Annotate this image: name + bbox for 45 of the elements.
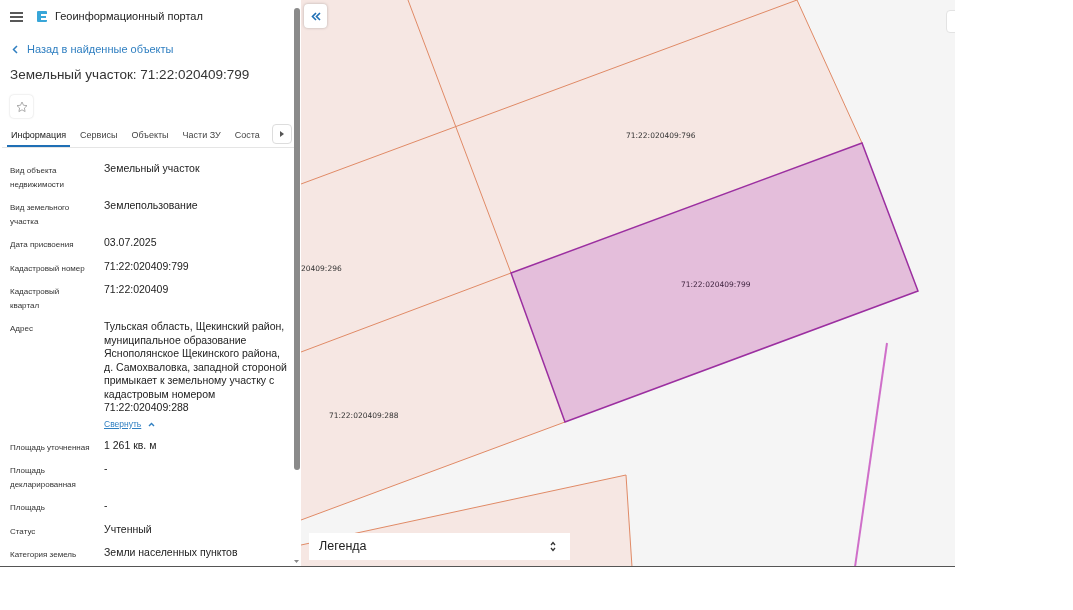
selected-parcel[interactable] [510,142,919,423]
back-icon [12,44,18,54]
field-value: 1 261 кв. м [104,438,158,452]
field-label: Дата присвоения [10,239,75,252]
collapse-panel-button[interactable] [304,4,327,28]
logo-icon [36,10,48,23]
tab[interactable]: Соста [230,126,264,148]
field-value: 71:22:020409:799 [104,259,190,274]
field-value: Земли населенных пунктов [104,546,239,560]
collapse-link[interactable]: Свернуть [104,417,156,431]
next-icon [280,131,284,138]
tab-scroll-button[interactable] [272,124,292,145]
field-value: Учтенный [104,522,153,536]
field-label: Статус [10,525,37,538]
app-title: Геоинформационный портал [55,9,203,25]
star-icon [15,100,28,113]
field-value: Землепользование [104,199,199,213]
field-label: Вид земельного участка [10,202,71,228]
back-link[interactable]: Назад в найденные объекты [12,41,174,57]
field-label: Площадь [10,502,46,514]
field-value: - [104,462,109,476]
field-label: Категория земель [10,549,78,561]
scroll-down-icon[interactable] [294,560,299,563]
scrollbar-thumb[interactable] [294,8,300,470]
double-chevron-icon [310,11,321,21]
field-value: Земельный участок [104,162,201,176]
chevron-up-icon [148,421,156,427]
up-down-icon [550,541,556,552]
legend-dropdown[interactable]: Легенда [309,533,570,560]
field-label: Площадь уточненная [10,441,91,454]
tab[interactable]: Объекты [127,126,173,148]
tab[interactable]: Части ЗУ [178,126,225,148]
field-label: Адрес [10,323,34,336]
field-value: Тульская область, Щекинский район, муниципальное образование Яснополянское Щекинского района, д. Самохваловка, западной стороной примыкает к земельному участку с кадастровым номером 71:22:020409:288 [104,320,288,415]
field-label: Кадастровый квартал [10,286,61,312]
field-value: 03.07.2025 [104,236,158,250]
field-label: Вид объекта недвижимости [10,165,65,191]
page-heading: Земельный участок: 71:22:020409:799 [10,66,251,84]
field-label: Площадь декларированная [10,465,77,491]
field-value: - [104,499,109,513]
tab[interactable]: Сервисы [76,126,122,148]
menu-icon[interactable] [10,11,23,22]
field-value: 71:22:020409 [104,283,170,297]
field-label: Кадастровый номер [10,262,86,275]
tab[interactable]: Информация [7,126,71,148]
